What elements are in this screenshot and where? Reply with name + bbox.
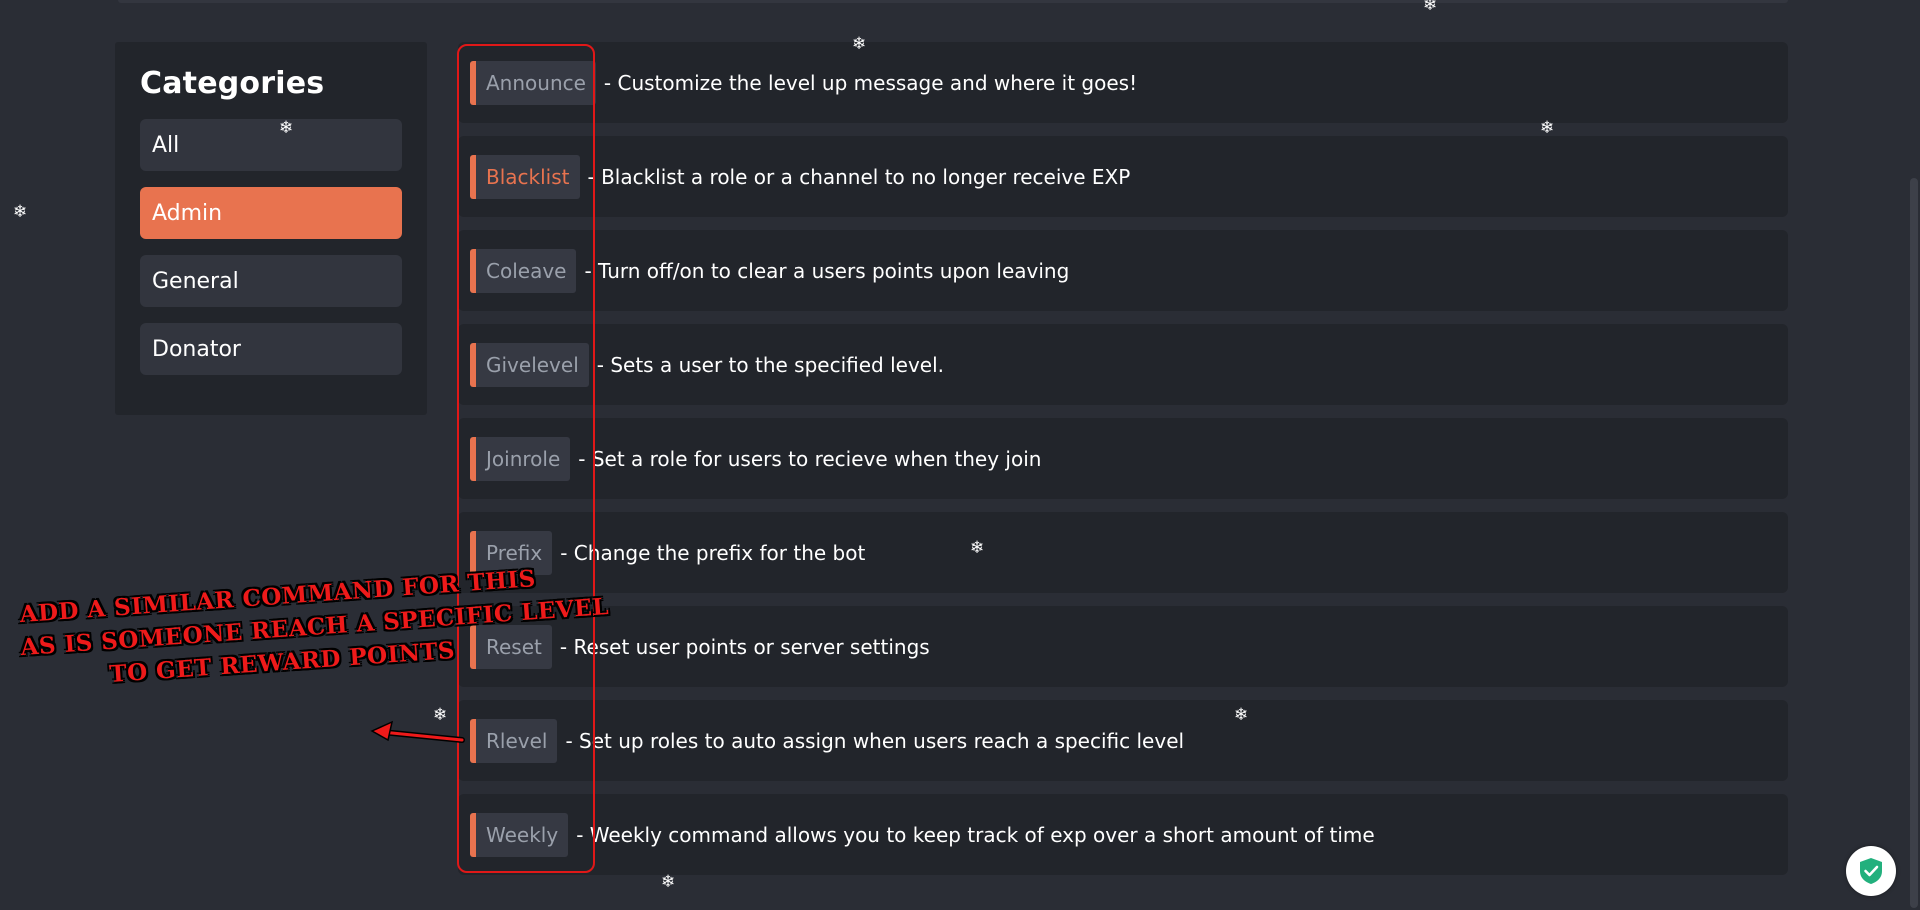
page-scrollbar-thumb[interactable] <box>1910 178 1918 908</box>
command-row: Reset - Reset user points or server sett… <box>458 606 1788 687</box>
command-row: Weekly - Weekly command allows you to ke… <box>458 794 1788 875</box>
command-tag-rlevel[interactable]: Rlevel <box>470 718 558 763</box>
shield-check-icon <box>1860 858 1882 884</box>
annotation-arrow-icon <box>370 720 465 743</box>
command-tag-weekly[interactable]: Weekly <box>470 812 569 857</box>
command-row: Joinrole - Set a role for users to recie… <box>458 418 1788 499</box>
command-tag-coleave[interactable]: Coleave <box>470 248 577 293</box>
command-description: - Sets a user to the specified level. <box>596 352 945 377</box>
snowflake-icon: ❄ <box>13 202 28 222</box>
command-description: - Set a role for users to recieve when t… <box>578 446 1042 471</box>
command-row: Prefix - Change the prefix for the bot <box>458 512 1788 593</box>
command-description: - Customize the level up message and whe… <box>603 70 1138 95</box>
command-description: - Set up roles to auto assign when users… <box>565 728 1185 753</box>
snowflake-icon: ❄ <box>1423 0 1438 15</box>
command-description: - Change the prefix for the bot <box>560 540 866 565</box>
top-panel-edge <box>118 0 1788 3</box>
command-row: Blacklist - Blacklist a role or a channe… <box>458 136 1788 217</box>
command-row: Announce - Customize the level up messag… <box>458 42 1788 123</box>
command-description: - Turn off/on to clear a users points up… <box>584 258 1070 283</box>
command-row: Rlevel - Set up roles to auto assign whe… <box>458 700 1788 781</box>
snowflake-icon: ❄ <box>1540 118 1555 138</box>
snowflake-icon: ❄ <box>970 538 985 558</box>
snowflake-icon: ❄ <box>1234 705 1249 725</box>
command-tag-joinrole[interactable]: Joinrole <box>470 436 571 481</box>
command-tag-givelevel[interactable]: Givelevel <box>470 342 589 387</box>
security-badge[interactable] <box>1846 846 1896 896</box>
snowflake-icon: ❄ <box>433 705 448 725</box>
command-tag-announce[interactable]: Announce <box>470 60 596 105</box>
command-tag-blacklist[interactable]: Blacklist <box>470 154 580 199</box>
snowflake-icon: ❄ <box>852 34 867 54</box>
command-row: Givelevel - Sets a user to the specified… <box>458 324 1788 405</box>
category-general-button[interactable]: General <box>140 255 402 307</box>
command-description: - Reset user points or server settings <box>559 634 930 659</box>
category-admin-button[interactable]: Admin <box>140 187 402 239</box>
command-description: - Blacklist a role or a channel to no lo… <box>587 164 1131 189</box>
category-all-button[interactable]: All <box>140 119 402 171</box>
snowflake-icon: ❄ <box>661 872 676 892</box>
command-description: - Weekly command allows you to keep trac… <box>576 822 1375 847</box>
categories-sidebar: Categories All Admin General Donator <box>115 42 427 415</box>
sidebar-title: Categories <box>140 66 325 101</box>
snowflake-icon: ❄ <box>279 118 294 138</box>
command-row: Coleave - Turn off/on to clear a users p… <box>458 230 1788 311</box>
category-donator-button[interactable]: Donator <box>140 323 402 375</box>
